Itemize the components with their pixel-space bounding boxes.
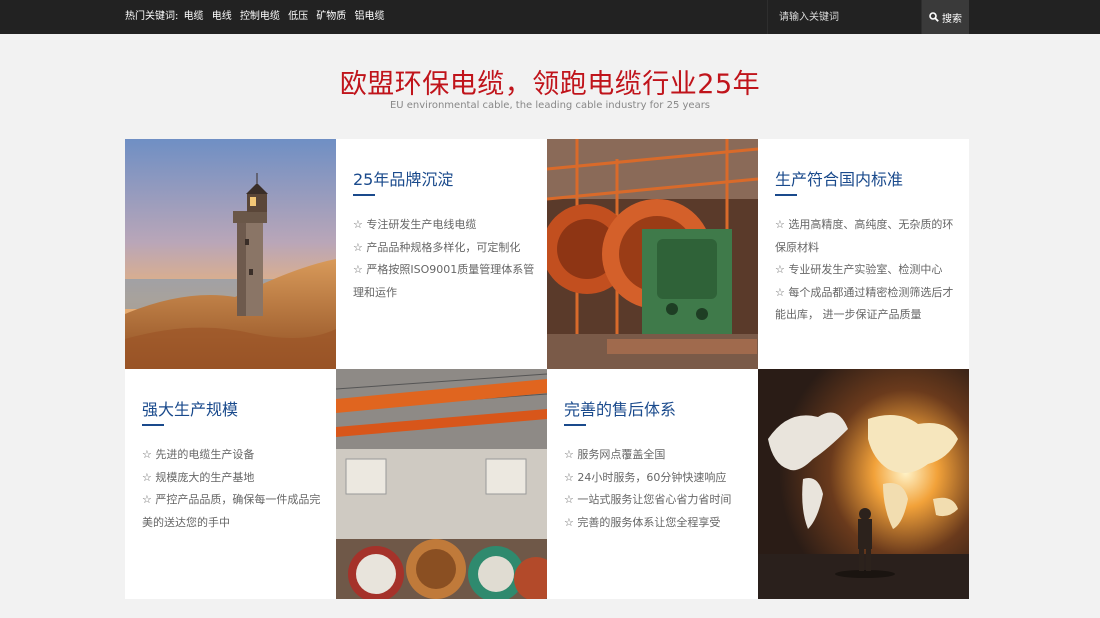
- list-item: ☆ 服务网点覆盖全国: [564, 448, 666, 461]
- world-map-image: [758, 369, 969, 599]
- list-item: ☆ 严格按照ISO9001质量管理体系管理和运作: [353, 263, 535, 299]
- search-button-label: 搜索: [942, 13, 962, 25]
- keyword-link[interactable]: 控制电缆: [240, 11, 280, 22]
- search-icon: [929, 12, 939, 22]
- search-button[interactable]: 搜索: [922, 0, 969, 34]
- title-underline: [142, 424, 164, 426]
- cable-machine-image: [547, 139, 758, 369]
- search-input[interactable]: [767, 0, 922, 34]
- feature-list: ☆ 服务网点覆盖全国 ☆ 24小时服务，60分钟快速响应 ☆ 一站式服务让您省心…: [564, 444, 749, 534]
- list-item: ☆ 24小时服务，60分钟快速响应: [564, 470, 727, 484]
- feature-title: 强大生产规模: [142, 400, 239, 419]
- feature-title: 生产符合国内标准: [775, 170, 904, 189]
- feature-title: 完善的售后体系: [564, 400, 677, 419]
- keyword-link[interactable]: 电缆: [184, 11, 204, 22]
- feature-card-standard: 生产符合国内标准 ☆ 选用高精度、高纯度、无杂质的环保原材料 ☆ 专业研发生产实…: [758, 139, 969, 369]
- top-bar: 热门关键词: 电缆 电线 控制电缆 低压 矿物质 铝电缆 搜索: [0, 0, 1100, 34]
- feature-card-scale: 强大生产规模 ☆ 先进的电缆生产设备 ☆ 规模庞大的生产基地 ☆ 严控产品品质，…: [125, 369, 336, 599]
- list-item: ☆ 产品品种规格多样化，可定制化: [353, 240, 521, 254]
- title-underline: [353, 194, 375, 196]
- feature-list: ☆ 先进的电缆生产设备 ☆ 规模庞大的生产基地 ☆ 严控产品品质，确保每一件成品…: [142, 444, 327, 534]
- factory-image: [336, 369, 547, 599]
- list-item: ☆ 一站式服务让您省心省力省时间: [564, 493, 732, 506]
- feature-card-service: 完善的售后体系 ☆ 服务网点覆盖全国 ☆ 24小时服务，60分钟快速响应 ☆ 一…: [547, 369, 758, 599]
- keyword-link[interactable]: 铝电缆: [355, 11, 385, 22]
- list-item: ☆ 专注研发生产电线电缆: [353, 218, 477, 231]
- feature-grid: 25年品牌沉淀 ☆ 专注研发生产电线电缆 ☆ 产品品种规格多样化，可定制化 ☆ …: [125, 139, 969, 600]
- title-underline: [775, 194, 797, 196]
- feature-card-brand: 25年品牌沉淀 ☆ 专注研发生产电线电缆 ☆ 产品品种规格多样化，可定制化 ☆ …: [336, 139, 547, 369]
- list-item: ☆ 严控产品品质，确保每一件成品完美的送达您的手中: [142, 493, 321, 529]
- hot-keywords-label: 热门关键词:: [125, 11, 179, 22]
- keyword-link[interactable]: 电线: [212, 11, 232, 22]
- lighthouse-image: [125, 139, 336, 369]
- list-item: ☆ 选用高精度、高纯度、无杂质的环保原材料: [775, 218, 954, 254]
- hot-keywords: 热门关键词: 电缆 电线 控制电缆 低压 矿物质 铝电缆: [125, 0, 390, 34]
- list-item: ☆ 先进的电缆生产设备: [142, 448, 255, 461]
- feature-list: ☆ 选用高精度、高纯度、无杂质的环保原材料 ☆ 专业研发生产实验室、检测中心 ☆…: [775, 214, 960, 327]
- list-item: ☆ 专业研发生产实验室、检测中心: [775, 263, 943, 276]
- feature-title: 25年品牌沉淀: [353, 170, 454, 189]
- list-item: ☆ 完善的服务体系让您全程享受: [564, 515, 721, 529]
- list-item: ☆ 规模庞大的生产基地: [142, 470, 255, 484]
- list-item: ☆ 每个成品都通过精密检测筛选后才能出库， 进一步保证产品质量: [775, 285, 954, 322]
- keyword-link[interactable]: 矿物质: [316, 11, 346, 22]
- page-subtitle: EU environmental cable, the leading cabl…: [389, 100, 711, 111]
- keyword-link[interactable]: 低压: [288, 11, 308, 22]
- title-underline: [564, 424, 586, 426]
- feature-list: ☆ 专注研发生产电线电缆 ☆ 产品品种规格多样化，可定制化 ☆ 严格按照ISO9…: [353, 214, 538, 304]
- page-title: 欧盟环保电缆，领跑电缆行业25年: [339, 69, 761, 100]
